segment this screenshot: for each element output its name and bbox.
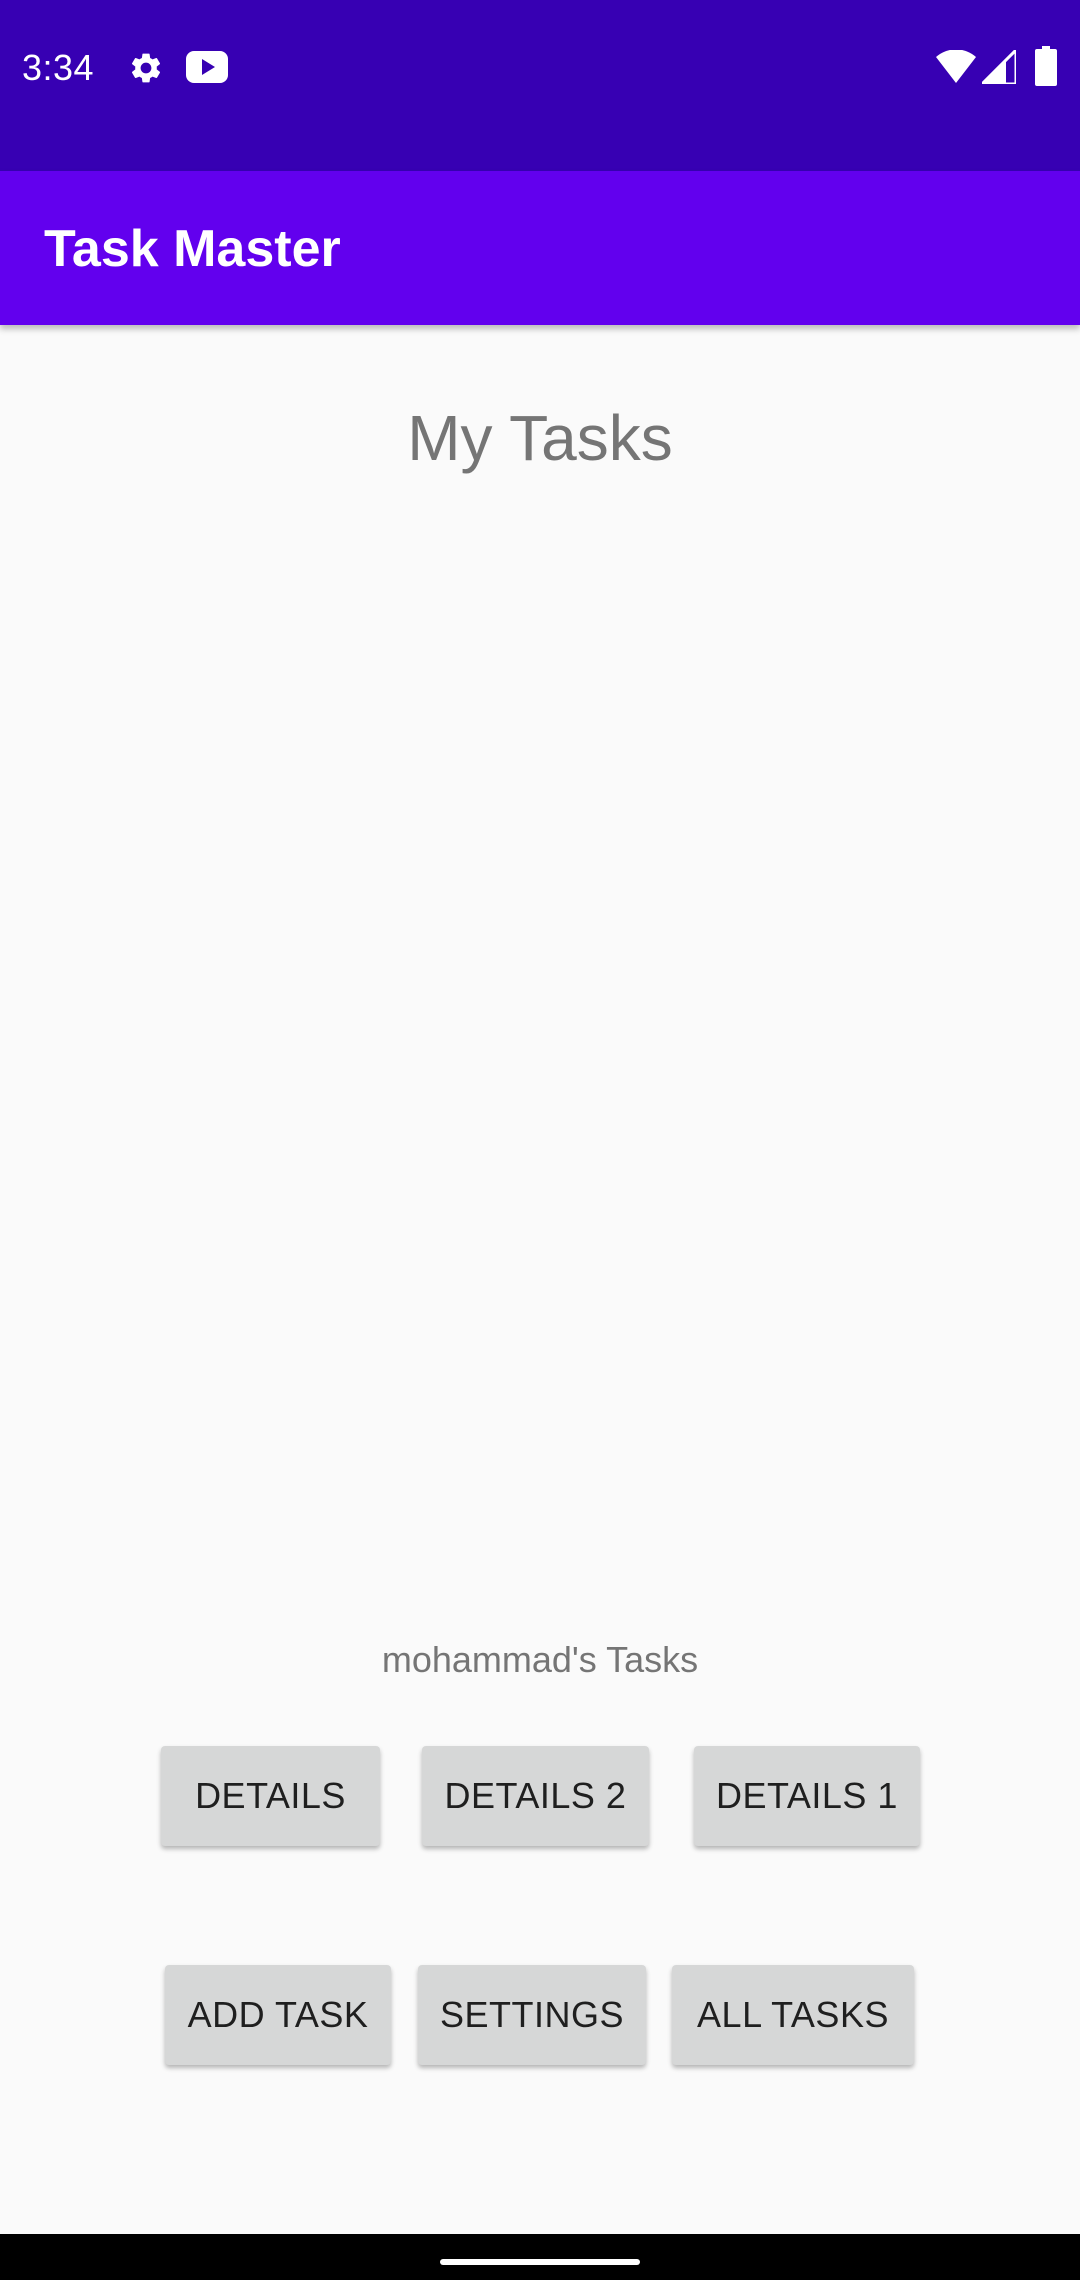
youtube-icon	[186, 51, 228, 83]
status-bar: 3:34	[0, 0, 1080, 171]
status-time: 3:34	[22, 47, 95, 88]
details-1-button[interactable]: DETAILS 1	[694, 1746, 920, 1846]
screen: 3:34 Task Master My Tasks mohammad's Tas…	[0, 0, 1080, 2280]
wifi-icon	[936, 50, 976, 83]
home-gesture-handle[interactable]	[440, 2259, 640, 2265]
navigation-bar	[0, 2234, 1080, 2280]
details-2-button[interactable]: DETAILS 2	[422, 1746, 649, 1846]
gear-icon	[131, 53, 161, 83]
battery-icon	[1035, 46, 1057, 86]
app-title: Task Master	[44, 220, 341, 278]
add-task-button[interactable]: ADD TASK	[165, 1965, 391, 2065]
all-tasks-button[interactable]: ALL TASKS	[672, 1965, 914, 2065]
app-bar: Task Master	[0, 171, 1080, 325]
page-title: My Tasks	[407, 402, 673, 474]
settings-button[interactable]: SETTINGS	[418, 1965, 646, 2065]
details-button[interactable]: DETAILS	[161, 1746, 380, 1846]
cell-signal-icon	[982, 50, 1016, 84]
user-tasks-label: mohammad's Tasks	[381, 1639, 699, 1680]
